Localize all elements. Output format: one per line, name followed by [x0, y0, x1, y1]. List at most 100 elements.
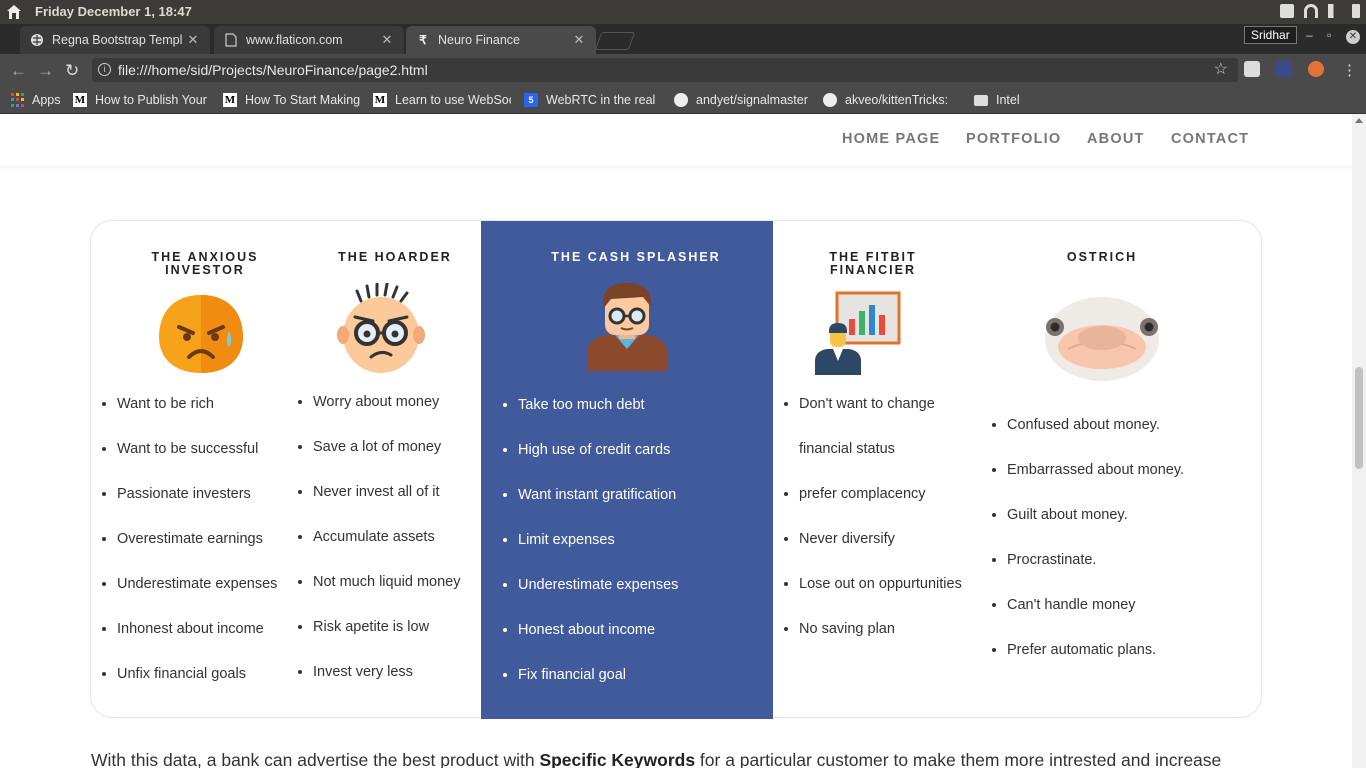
nav-portfolio[interactable]: PORTFOLIO	[966, 131, 1061, 147]
bookmark-star-icon[interactable]: ☆	[1214, 58, 1228, 82]
description-paragraph: With this data, a bank can advertise the…	[91, 750, 1221, 768]
github-icon	[823, 93, 837, 107]
tab-regna[interactable]: Regna Bootstrap Templ ✕	[20, 26, 210, 54]
forward-icon[interactable]: →	[37, 61, 54, 81]
tab-title: Neuro Finance	[438, 33, 520, 47]
bookmark-item[interactable]: M How To Start Making	[223, 91, 360, 109]
page-scrollbar[interactable]	[1352, 114, 1366, 768]
column-fitbit-financier: THE FITBIT FINANCIER Don't want to chang…	[773, 221, 977, 719]
bookmark-label: How to Publish Your	[95, 93, 207, 107]
list-item: Never invest all of it	[313, 483, 461, 528]
close-icon[interactable]: ✕	[572, 32, 586, 48]
list-item: Embarrassed about money.	[1007, 461, 1184, 506]
list-item: Accumulate assets	[313, 528, 461, 573]
bookmarks-bar: Apps M How to Publish Your M How To Star…	[0, 86, 1366, 114]
folder-icon	[974, 94, 988, 106]
close-icon[interactable]: ✕	[380, 32, 394, 48]
back-icon[interactable]: ←	[10, 61, 27, 81]
window-close-icon[interactable]: ✕	[1346, 30, 1360, 44]
grumpy-glasses-face-icon	[337, 283, 425, 373]
list-item: Can't handle money	[1007, 596, 1184, 641]
column-title: THE ANXIOUS INVESTOR	[131, 251, 279, 277]
trait-list: Take too much debt High use of credit ca…	[518, 396, 678, 711]
home-icon[interactable]	[6, 4, 22, 20]
nav-about[interactable]: ABOUT	[1087, 131, 1145, 147]
address-bar[interactable]: i file:///home/sid/Projects/NeuroFinance…	[92, 58, 1238, 82]
bookmark-label: How To Start Making	[245, 93, 360, 107]
brain-icon	[30, 33, 44, 47]
list-item: Underestimate expenses	[518, 576, 678, 621]
minimize-icon[interactable]: –	[1306, 28, 1313, 42]
css3-icon: 5	[524, 93, 538, 107]
github-icon	[674, 93, 688, 107]
bookmark-label: WebRTC in the real	[546, 93, 656, 107]
list-item: Don't want to change	[799, 395, 962, 440]
close-icon[interactable]: ✕	[186, 32, 200, 48]
scroll-up-arrow-icon[interactable]	[1355, 118, 1363, 123]
apps-grid-icon	[10, 93, 24, 107]
wifi-icon[interactable]	[1304, 4, 1318, 18]
list-item: prefer complacency	[799, 485, 962, 530]
battery-icon[interactable]	[1352, 4, 1360, 18]
system-clock[interactable]: Friday December 1, 18:47	[35, 4, 192, 19]
menu-icon[interactable]: ⋮	[1342, 61, 1357, 79]
list-item: Procrastinate.	[1007, 551, 1184, 596]
list-item: Lose out on oppurtunities	[799, 575, 962, 620]
column-title-line: THE ANXIOUS	[151, 250, 259, 264]
list-item: Want to be rich	[117, 395, 277, 440]
businessman-avatar-icon	[587, 283, 667, 371]
bookmark-item[interactable]: andyet/signalmaster	[674, 91, 812, 109]
list-item: Prefer automatic plans.	[1007, 641, 1184, 686]
column-hoarder: THE HOARDER Worry about money Save a lot…	[289, 221, 481, 719]
page-icon	[224, 33, 238, 47]
reload-icon[interactable]: ↻	[65, 61, 79, 81]
bookmark-item[interactable]: akveo/kittenTricks:	[823, 91, 961, 109]
new-tab-button[interactable]	[594, 32, 636, 50]
bookmark-folder-intel[interactable]: Intel	[974, 91, 1020, 109]
volume-icon[interactable]	[1328, 4, 1342, 18]
medium-icon: M	[73, 93, 87, 107]
rupee-icon: ₹	[419, 33, 427, 47]
list-item: Want to be successful	[117, 440, 277, 485]
list-item: Inhonest about income	[117, 620, 277, 665]
list-item: Save a lot of money	[313, 438, 461, 483]
bookmark-item[interactable]: 5 WebRTC in the real	[524, 91, 662, 109]
list-item: Unfix financial goals	[117, 665, 277, 710]
list-item: Not much liquid money	[313, 573, 461, 618]
list-item: Fix financial goal	[518, 666, 678, 711]
tab-neuro-finance[interactable]: ₹ Neuro Finance ✕	[406, 26, 596, 54]
list-item: Never diversify	[799, 530, 962, 575]
column-title: OSTRICH	[1017, 251, 1187, 264]
list-item: financial status	[799, 441, 895, 457]
column-title: THE HOARDER	[319, 251, 471, 264]
extension-icon[interactable]	[1244, 61, 1260, 77]
trait-list: Confused about money. Embarrassed about …	[1007, 416, 1184, 686]
column-anxious-investor: THE ANXIOUS INVESTOR Want to be rich Wan…	[91, 221, 289, 719]
bookmark-item[interactable]: M How to Publish Your	[73, 91, 208, 109]
column-cash-splasher: THE CASH SPLASHER Take too much debt Hig…	[481, 221, 773, 719]
tab-strip: Regna Bootstrap Templ ✕ www.flaticon.com…	[0, 24, 1366, 54]
tab-title: www.flaticon.com	[246, 33, 343, 47]
list-item: Risk apetite is low	[313, 618, 461, 663]
column-title: THE CASH SPLASHER	[521, 251, 751, 264]
list-item: Overestimate earnings	[117, 530, 277, 575]
extension-icon[interactable]	[1308, 61, 1324, 77]
nav-contact[interactable]: CONTACT	[1171, 131, 1249, 147]
tab-flaticon[interactable]: www.flaticon.com ✕	[214, 26, 404, 54]
column-title-line: THE FITBIT	[829, 250, 917, 264]
description-text: for a particular customer to make them m…	[695, 750, 1222, 768]
page-viewport: HOME PAGE PORTFOLIO ABOUT CONTACT THE AN…	[0, 114, 1352, 768]
bookmark-label: Learn to use WebSoc	[395, 93, 511, 107]
list-item: Take too much debt	[518, 396, 678, 441]
nav-home-page[interactable]: HOME PAGE	[842, 131, 940, 147]
bookmark-item[interactable]: M Learn to use WebSoc	[373, 91, 511, 109]
bookmark-apps[interactable]: Apps	[10, 91, 61, 109]
maximize-icon[interactable]: ▫	[1327, 28, 1331, 42]
profile-button[interactable]: Sridhar	[1244, 26, 1297, 44]
info-icon[interactable]: i	[98, 63, 111, 76]
bookmark-label: Intel	[996, 93, 1020, 107]
dropbox-icon[interactable]	[1280, 4, 1294, 18]
trait-list: Want to be rich Want to be successful Pa…	[117, 395, 277, 710]
scrollbar-thumb[interactable]	[1355, 367, 1363, 469]
extension-icon[interactable]	[1276, 61, 1292, 77]
